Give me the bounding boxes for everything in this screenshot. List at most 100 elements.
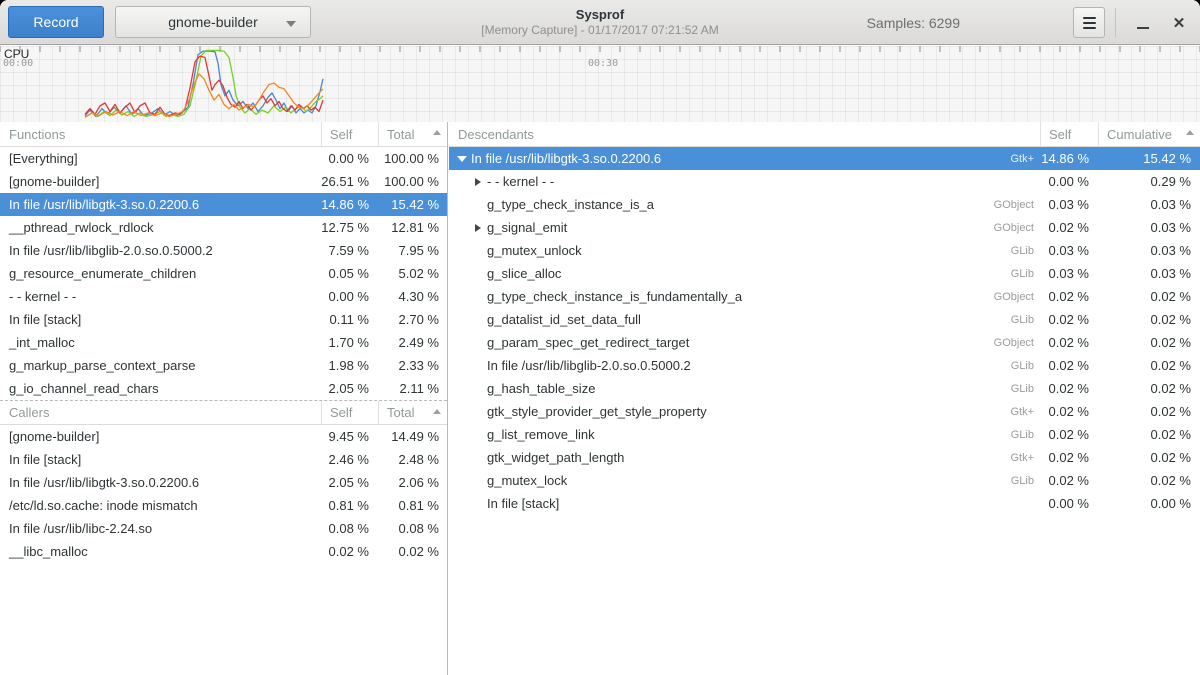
total-percent: 7.95 %	[378, 243, 447, 258]
sort-ascending-icon	[433, 409, 441, 414]
functions-row[interactable]: g_resource_enumerate_children0.05 %5.02 …	[0, 262, 447, 285]
close-button[interactable]: ✕	[1164, 7, 1194, 38]
descendants-row[interactable]: In file [stack]0.00 %0.00 %	[449, 492, 1200, 515]
cumulative-percent: 0.29 %	[1098, 174, 1200, 189]
cumulative-percent: 0.02 %	[1098, 427, 1200, 442]
functions-row[interactable]: [gnome-builder]26.51 %100.00 %	[0, 170, 447, 193]
function-name: In file [stack]	[0, 312, 321, 327]
cpu-graph[interactable]: CPU 00:0000:30	[0, 46, 1200, 122]
record-button[interactable]: Record	[8, 6, 104, 38]
minimize-icon	[1137, 27, 1149, 29]
process-selector-dropdown[interactable]: gnome-builder	[115, 6, 311, 38]
functions-row[interactable]: In file [stack]0.11 %2.70 %	[0, 308, 447, 331]
function-name: In file /usr/lib/libgtk-3.so.0.2200.6	[0, 475, 321, 490]
library-tag: GObject	[994, 222, 1040, 234]
self-percent: 0.02 %	[1040, 381, 1098, 396]
descendant-name: g_signal_emit	[487, 220, 567, 235]
functions-row[interactable]: In file /usr/lib/libgtk-3.so.0.2200.614.…	[0, 193, 447, 216]
functions-row[interactable]: _int_malloc1.70 %2.49 %	[0, 331, 447, 354]
callers-row[interactable]: In file /usr/lib/libc-2.24.so0.08 %0.08 …	[0, 517, 447, 540]
hamburger-menu-button[interactable]	[1073, 7, 1105, 38]
time-label: 00:00	[3, 58, 33, 69]
descendants-row[interactable]: g_hash_table_sizeGLib0.02 %0.02 %	[449, 377, 1200, 400]
function-name: __libc_malloc	[0, 544, 321, 559]
total-percent: 14.49 %	[378, 429, 447, 444]
function-name: [gnome-builder]	[0, 174, 321, 189]
descendants-cumulative-column-header[interactable]: Cumulative	[1098, 122, 1200, 146]
self-percent: 0.11 %	[321, 312, 378, 327]
descendants-row[interactable]: In file /usr/lib/libglib-2.0.so.0.5000.2…	[449, 354, 1200, 377]
descendant-name: g_type_check_instance_is_fundamentally_a	[487, 289, 742, 304]
callers-total-column-header[interactable]: Total	[378, 401, 447, 424]
descendants-row[interactable]: g_mutex_unlockGLib0.03 %0.03 %	[449, 239, 1200, 262]
descendant-name: g_slice_alloc	[487, 266, 561, 281]
time-label: 00:30	[588, 58, 618, 69]
function-name: - - kernel - -	[0, 289, 321, 304]
total-percent: 100.00 %	[378, 151, 447, 166]
functions-total-column-header[interactable]: Total	[378, 122, 447, 146]
descendants-row[interactable]: In file /usr/lib/libgtk-3.so.0.2200.6Gtk…	[449, 147, 1200, 170]
self-percent: 0.81 %	[321, 498, 378, 513]
descendants-row[interactable]: g_slice_allocGLib0.03 %0.03 %	[449, 262, 1200, 285]
callers-row[interactable]: In file /usr/lib/libgtk-3.so.0.2200.62.0…	[0, 471, 447, 494]
total-percent: 2.70 %	[378, 312, 447, 327]
self-percent: 1.98 %	[321, 358, 378, 373]
functions-self-column-header[interactable]: Self	[321, 122, 378, 146]
descendants-column-header[interactable]: Descendants	[449, 127, 1040, 142]
descendants-row[interactable]: g_mutex_lockGLib0.02 %0.02 %	[449, 469, 1200, 492]
descendants-row[interactable]: g_datalist_id_set_data_fullGLib0.02 %0.0…	[449, 308, 1200, 331]
sysprof-window: Record gnome-builder Sysprof [Memory Cap…	[0, 0, 1200, 675]
descendants-row[interactable]: gtk_widget_path_lengthGtk+0.02 %0.02 %	[449, 446, 1200, 469]
expander-open-icon[interactable]	[455, 156, 469, 162]
expander-closed-icon[interactable]	[471, 178, 485, 186]
descendants-row[interactable]: g_param_spec_get_redirect_targetGObject0…	[449, 331, 1200, 354]
library-tag: GObject	[994, 199, 1040, 211]
descendant-name: g_hash_table_size	[487, 381, 595, 396]
descendants-row[interactable]: gtk_style_provider_get_style_propertyGtk…	[449, 400, 1200, 423]
functions-row[interactable]: __pthread_rwlock_rdlock12.75 %12.81 %	[0, 216, 447, 239]
cumulative-percent: 0.03 %	[1098, 197, 1200, 212]
callers-self-column-header[interactable]: Self	[321, 401, 378, 424]
process-selector-label: gnome-builder	[168, 14, 258, 30]
callers-row[interactable]: [gnome-builder]9.45 %14.49 %	[0, 425, 447, 448]
headerbar: Record gnome-builder Sysprof [Memory Cap…	[0, 0, 1200, 45]
sort-ascending-icon	[433, 130, 441, 135]
function-name: In file /usr/lib/libgtk-3.so.0.2200.6	[0, 197, 321, 212]
functions-row[interactable]: g_io_channel_read_chars2.05 %2.11 %	[0, 377, 447, 400]
cpu-green-line	[85, 50, 323, 117]
functions-row[interactable]: - - kernel - -0.00 %4.30 %	[0, 285, 447, 308]
descendants-row[interactable]: g_list_remove_linkGLib0.02 %0.02 %	[449, 423, 1200, 446]
descendant-name: In file /usr/lib/libglib-2.0.so.0.5000.2	[487, 358, 691, 373]
library-tag: GLib	[1011, 268, 1040, 280]
headerbar-separator	[1115, 8, 1116, 37]
functions-row[interactable]: g_markup_parse_context_parse1.98 %2.33 %	[0, 354, 447, 377]
descendants-pane: Descendants Self Cumulative In file /usr…	[449, 122, 1200, 675]
self-percent: 0.08 %	[321, 521, 378, 536]
callers-row[interactable]: __libc_malloc0.02 %0.02 %	[0, 540, 447, 563]
minimize-button[interactable]	[1128, 7, 1158, 38]
functions-row[interactable]: [Everything]0.00 %100.00 %	[0, 147, 447, 170]
cumulative-percent: 15.42 %	[1098, 151, 1200, 166]
cumulative-percent: 0.02 %	[1098, 358, 1200, 373]
total-percent: 2.49 %	[378, 335, 447, 350]
self-percent: 0.02 %	[1040, 335, 1098, 350]
callers-row[interactable]: /etc/ld.so.cache: inode mismatch0.81 %0.…	[0, 494, 447, 517]
descendants-row[interactable]: g_type_check_instance_is_fundamentally_a…	[449, 285, 1200, 308]
functions-pane: Functions Self Total [Everything]0.00 %1…	[0, 122, 448, 675]
descendants-row[interactable]: g_signal_emitGObject0.02 %0.03 %	[449, 216, 1200, 239]
descendants-self-column-header[interactable]: Self	[1040, 122, 1098, 146]
callers-column-header[interactable]: Callers	[0, 405, 321, 420]
expander-closed-icon[interactable]	[471, 224, 485, 232]
cumulative-percent: 0.03 %	[1098, 220, 1200, 235]
total-percent: 2.33 %	[378, 358, 447, 373]
function-name: [Everything]	[0, 151, 321, 166]
descendants-row[interactable]: g_type_check_instance_is_aGObject0.03 %0…	[449, 193, 1200, 216]
library-tag: GLib	[1011, 475, 1040, 487]
self-percent: 2.05 %	[321, 381, 378, 396]
callers-row[interactable]: In file [stack]2.46 %2.48 %	[0, 448, 447, 471]
functions-column-header[interactable]: Functions	[0, 127, 321, 142]
functions-row[interactable]: In file /usr/lib/libglib-2.0.so.0.5000.2…	[0, 239, 447, 262]
cumulative-percent: 0.02 %	[1098, 450, 1200, 465]
total-percent: 0.02 %	[378, 544, 447, 559]
descendants-row[interactable]: - - kernel - -0.00 %0.29 %	[449, 170, 1200, 193]
